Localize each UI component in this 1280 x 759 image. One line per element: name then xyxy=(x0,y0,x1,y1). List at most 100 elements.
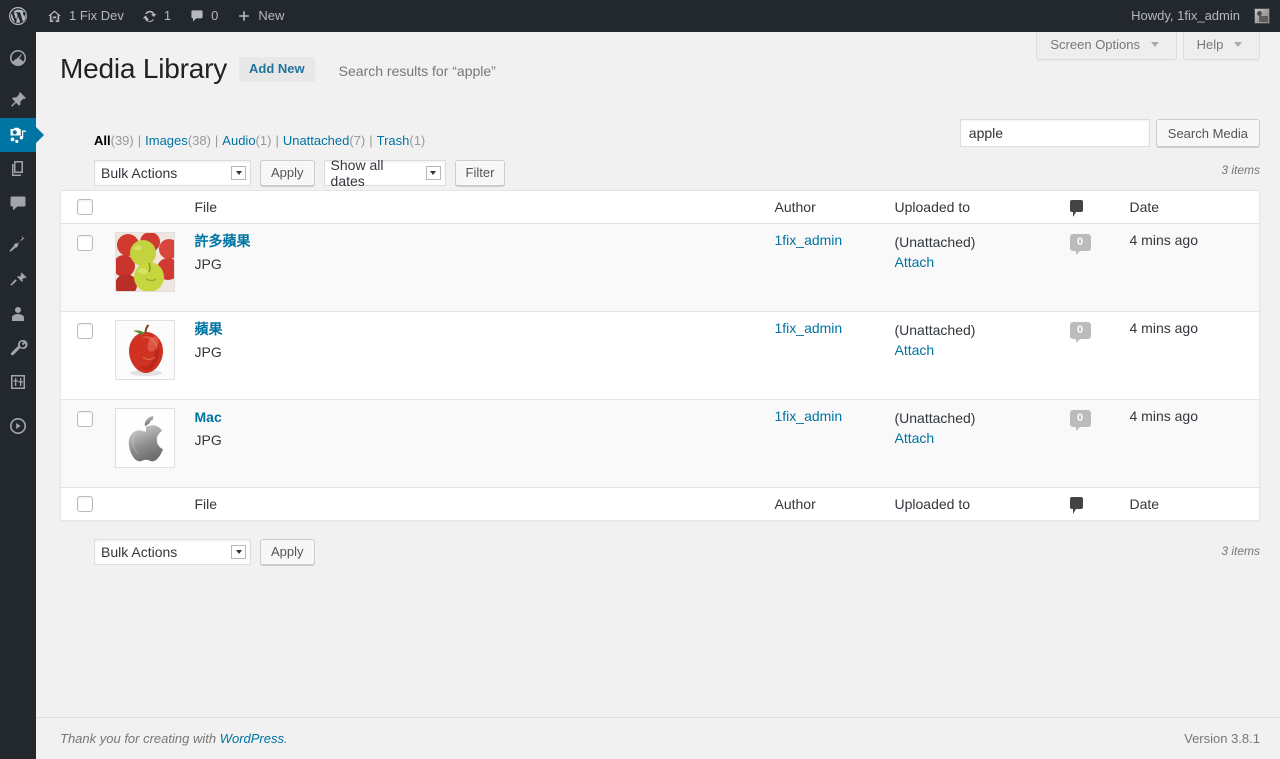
comment-bubble-icon xyxy=(8,193,28,213)
sidebar-item-media[interactable] xyxy=(0,118,36,152)
row-file-cell: Mac JPG xyxy=(185,400,765,488)
select-all-checkbox[interactable] xyxy=(77,199,93,215)
author-column-header[interactable]: Author xyxy=(765,191,885,224)
sidebar-item-dashboard[interactable] xyxy=(0,41,36,75)
sidebar-item-pages[interactable] xyxy=(0,152,36,186)
many-apples-photo[interactable] xyxy=(115,232,175,292)
admin-sidebar-menu xyxy=(0,32,36,759)
attach-link[interactable]: Attach xyxy=(895,430,935,446)
comment-bubble-icon xyxy=(1070,497,1083,509)
updates-refresh-icon xyxy=(142,8,158,24)
file-title-link[interactable]: Mac xyxy=(195,408,755,426)
apply-button-top[interactable]: Apply xyxy=(260,160,315,186)
pages-icon xyxy=(8,159,28,179)
site-name-menu[interactable]: 1 Fix Dev xyxy=(37,0,133,32)
filter-count-all: (39) xyxy=(111,133,134,148)
tablenav-bottom: Bulk Actions Apply xyxy=(94,537,315,567)
row-parent-cell: (Unattached) Attach xyxy=(885,400,1060,488)
add-new-button[interactable]: Add New xyxy=(239,57,315,82)
filter-link-unattached[interactable]: Unattached xyxy=(283,133,350,148)
apple-logo-image[interactable] xyxy=(115,408,175,468)
date-column-footer[interactable]: Date xyxy=(1120,488,1260,521)
row-file-cell: 蘋果 JPG xyxy=(185,312,765,400)
comments-menu[interactable]: 0 xyxy=(180,0,227,32)
media-table: File Author Uploaded to Date xyxy=(60,190,1260,521)
new-content-menu[interactable]: New xyxy=(227,0,293,32)
comment-count-badge[interactable]: 0 xyxy=(1070,410,1091,427)
file-title-link[interactable]: 蘋果 xyxy=(195,320,755,338)
attach-link[interactable]: Attach xyxy=(895,254,935,270)
bulk-actions-select-bottom[interactable]: Bulk Actions xyxy=(94,539,251,565)
sidebar-item-settings[interactable] xyxy=(0,365,36,399)
search-input[interactable] xyxy=(960,119,1150,147)
comments-column-footer[interactable] xyxy=(1060,488,1120,521)
apply-button-bottom[interactable]: Apply xyxy=(260,539,315,565)
row-thumbnail-cell xyxy=(105,400,185,488)
file-type: JPG xyxy=(195,344,222,360)
file-column-footer[interactable]: File xyxy=(185,488,765,521)
unattached-label: (Unattached) xyxy=(895,232,1050,252)
screen-options-label: Screen Options xyxy=(1050,37,1140,52)
filter-button[interactable]: Filter xyxy=(455,160,506,186)
file-type: JPG xyxy=(195,432,222,448)
thumbnail-footer xyxy=(105,488,185,521)
updates-menu[interactable]: 1 xyxy=(133,0,180,32)
filter-link-images[interactable]: Images xyxy=(145,133,188,148)
filter-link-all[interactable]: All xyxy=(94,133,111,148)
attach-link[interactable]: Attach xyxy=(895,342,935,358)
filter-link-trash[interactable]: Trash xyxy=(377,133,410,148)
row-checkbox[interactable] xyxy=(77,323,93,339)
filter-link-audio[interactable]: Audio xyxy=(222,133,255,148)
filter-separator: | xyxy=(369,133,372,148)
sidebar-item-users[interactable] xyxy=(0,297,36,331)
updates-count: 1 xyxy=(164,0,171,32)
table-row: Mac JPG 1fix_admin (Unattached) Attach 0… xyxy=(61,400,1260,488)
author-link[interactable]: 1fix_admin xyxy=(775,232,843,248)
row-comments-cell: 0 xyxy=(1060,312,1120,400)
author-link[interactable]: 1fix_admin xyxy=(775,320,843,336)
sidebar-item-collapse-menu[interactable] xyxy=(0,409,36,443)
filter-count-trash: (1) xyxy=(409,133,425,148)
row-parent-cell: (Unattached) Attach xyxy=(885,224,1060,312)
row-select-cell xyxy=(61,312,105,400)
comments-column-header[interactable] xyxy=(1060,191,1120,224)
select-all-footer xyxy=(61,488,105,521)
displaying-num-bottom: 3 items xyxy=(1221,544,1260,558)
single-red-apple-photo[interactable] xyxy=(115,320,175,380)
select-all-checkbox-footer[interactable] xyxy=(77,496,93,512)
screen-meta-links: Screen Options Help xyxy=(1036,32,1260,60)
row-select-cell xyxy=(61,224,105,312)
comment-count-badge[interactable]: 0 xyxy=(1070,234,1091,251)
sidebar-item-tools[interactable] xyxy=(0,331,36,365)
row-checkbox[interactable] xyxy=(77,411,93,427)
chevron-down-icon xyxy=(231,166,246,180)
my-account-menu[interactable]: Howdy, 1fix_admin xyxy=(1122,0,1280,32)
help-button[interactable]: Help xyxy=(1183,32,1260,60)
wp-logo-menu[interactable] xyxy=(0,0,37,32)
wordpress-logo-icon xyxy=(8,6,28,26)
bulk-actions-select-top[interactable]: Bulk Actions xyxy=(94,160,251,186)
row-checkbox[interactable] xyxy=(77,235,93,251)
wordpress-link[interactable]: WordPress xyxy=(220,731,284,746)
dates-filter-select[interactable]: Show all dates xyxy=(324,160,446,186)
author-link[interactable]: 1fix_admin xyxy=(775,408,843,424)
search-media-button[interactable]: Search Media xyxy=(1156,119,1260,147)
filter-separator: | xyxy=(215,133,218,148)
author-column-footer[interactable]: Author xyxy=(765,488,885,521)
sidebar-item-comments[interactable] xyxy=(0,186,36,220)
date-column-header[interactable]: Date xyxy=(1120,191,1260,224)
sidebar-item-plugins[interactable] xyxy=(0,263,36,297)
paintbrush-icon xyxy=(8,236,28,256)
displaying-num-top: 3 items xyxy=(1221,163,1260,177)
comment-bubble-icon xyxy=(189,8,205,24)
sidebar-item-posts[interactable] xyxy=(0,84,36,118)
file-title-link[interactable]: 許多蘋果 xyxy=(195,232,755,250)
screen-options-button[interactable]: Screen Options xyxy=(1036,32,1176,60)
table-header-row: File Author Uploaded to Date xyxy=(61,191,1260,224)
sidebar-item-appearance[interactable] xyxy=(0,229,36,263)
select-all-header xyxy=(61,191,105,224)
file-column-header[interactable]: File xyxy=(185,191,765,224)
footer-thankyou: Thank you for creating with WordPress. xyxy=(60,731,288,746)
comment-count-badge[interactable]: 0 xyxy=(1070,322,1091,339)
comment-bubble-icon xyxy=(1070,200,1083,212)
